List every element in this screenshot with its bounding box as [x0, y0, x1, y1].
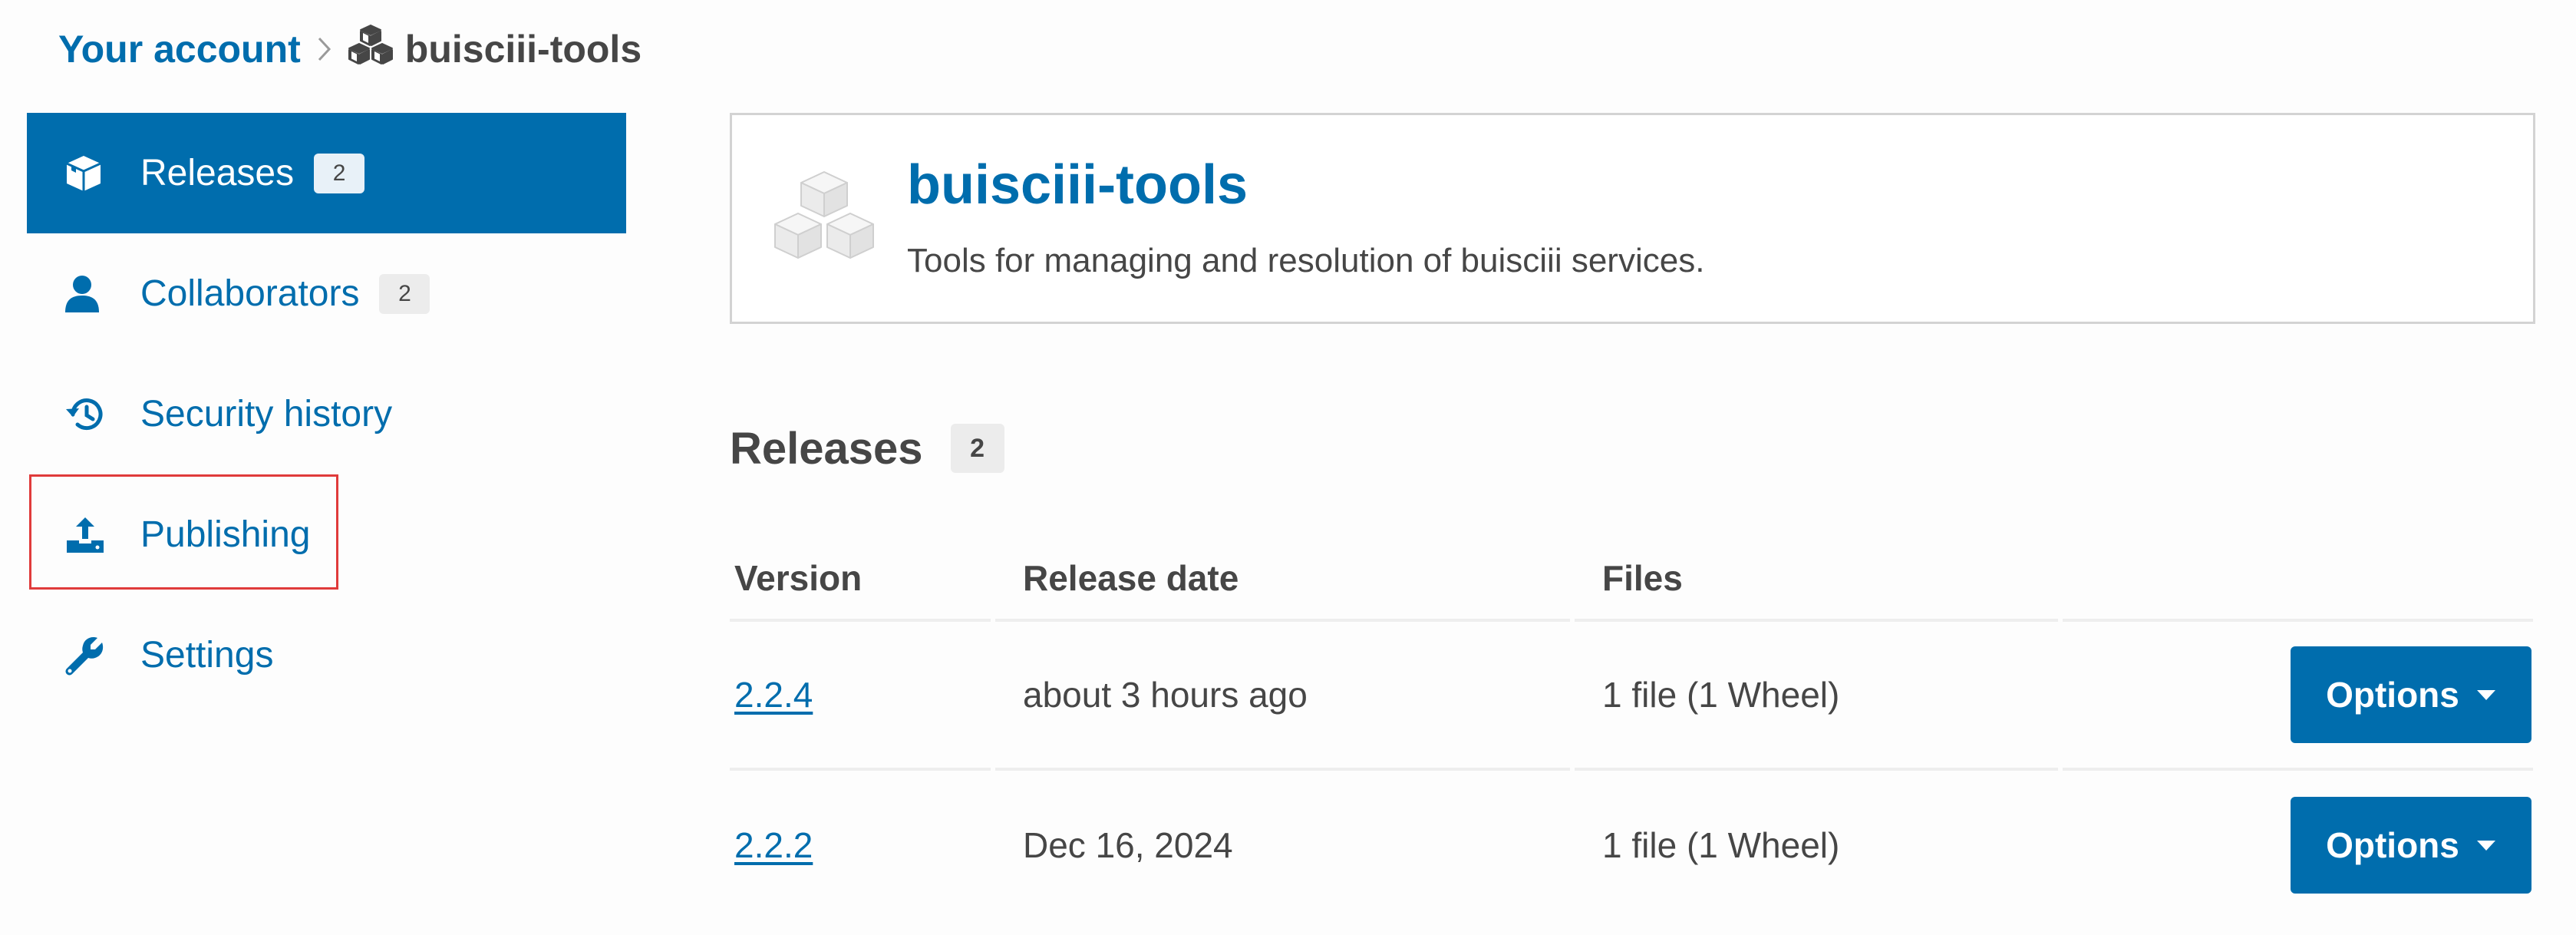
user-icon — [64, 271, 117, 317]
files-cell: 1 file (1 Wheel) — [1602, 825, 1840, 865]
column-header-files: Files — [1575, 537, 2058, 622]
actions-cell: Options — [2063, 771, 2533, 920]
column-header-version: Version — [730, 537, 991, 622]
caret-down-icon — [2476, 839, 2496, 851]
options-button-label: Options — [2326, 825, 2459, 865]
releases-count-badge: 2 — [314, 153, 365, 193]
sidebar-item-label: Publishing — [140, 514, 311, 555]
breadcrumb: Your account buisciii-tools — [58, 21, 642, 77]
actions-cell: Options — [2063, 622, 2533, 771]
release-date-cell: about 3 hours ago — [995, 622, 1570, 771]
project-header: buisciii-tools Tools for managing and re… — [730, 113, 2535, 324]
sidebar-item-label: Security history — [140, 394, 393, 434]
releases-heading: Releases 2 — [730, 421, 1004, 476]
options-button-label: Options — [2326, 675, 2459, 715]
sidebar-item-security-history[interactable]: Security history — [27, 354, 626, 474]
version-cell: 2.2.2 — [730, 771, 991, 920]
sidebar-item-publishing[interactable]: Publishing — [27, 474, 626, 595]
release-date-cell: Dec 16, 2024 — [1023, 825, 1233, 865]
version-link[interactable]: 2.2.2 — [734, 824, 813, 866]
wrench-icon — [64, 633, 117, 679]
sidebar-item-label: Collaborators — [140, 273, 360, 314]
releases-table: Version Release date Files 2.2.4 about 3… — [730, 537, 2533, 920]
sidebar-item-releases[interactable]: Releases 2 — [27, 113, 626, 233]
history-icon — [64, 392, 117, 438]
sidebar-item-settings[interactable]: Settings — [27, 595, 626, 715]
breadcrumb-project: buisciii-tools — [347, 24, 642, 74]
releases-heading-count-badge: 2 — [950, 424, 1004, 473]
upload-icon — [64, 512, 117, 558]
project-title[interactable]: buisciii-tools — [907, 154, 1248, 216]
cubes-icon — [347, 24, 394, 74]
table-header: Version Release date Files — [730, 537, 2533, 622]
files-cell: 1 file (1 Wheel) — [1575, 622, 2058, 771]
sidebar-item-label: Settings — [140, 635, 274, 676]
caret-down-icon — [2476, 689, 2496, 701]
table-row: 2.2.4 about 3 hours ago 1 file (1 Wheel)… — [730, 622, 2533, 771]
sidebar-item-collaborators[interactable]: Collaborators 2 — [27, 233, 626, 354]
table-row: 2.2.2 Dec 16, 2024 1 file (1 Wheel) Opti… — [730, 771, 2533, 920]
version-cell: 2.2.4 — [730, 622, 991, 771]
breadcrumb-your-account[interactable]: Your account — [58, 27, 301, 71]
column-header-release-date: Release date — [995, 537, 1570, 622]
project-description: Tools for managing and resolution of bui… — [907, 242, 1705, 279]
options-button[interactable]: Options — [2291, 646, 2531, 743]
chevron-right-icon — [316, 36, 333, 62]
collaborators-count-badge: 2 — [379, 273, 430, 314]
column-header-actions — [2063, 537, 2533, 622]
sidebar: Releases 2 Collaborators 2 Security hist… — [27, 113, 626, 715]
box-icon — [64, 150, 117, 197]
options-button[interactable]: Options — [2291, 797, 2531, 894]
sidebar-item-label: Releases — [140, 153, 295, 193]
releases-heading-label: Releases — [730, 423, 923, 474]
breadcrumb-project-label: buisciii-tools — [404, 28, 642, 71]
version-link[interactable]: 2.2.4 — [734, 674, 813, 715]
cubes-icon — [770, 169, 878, 269]
